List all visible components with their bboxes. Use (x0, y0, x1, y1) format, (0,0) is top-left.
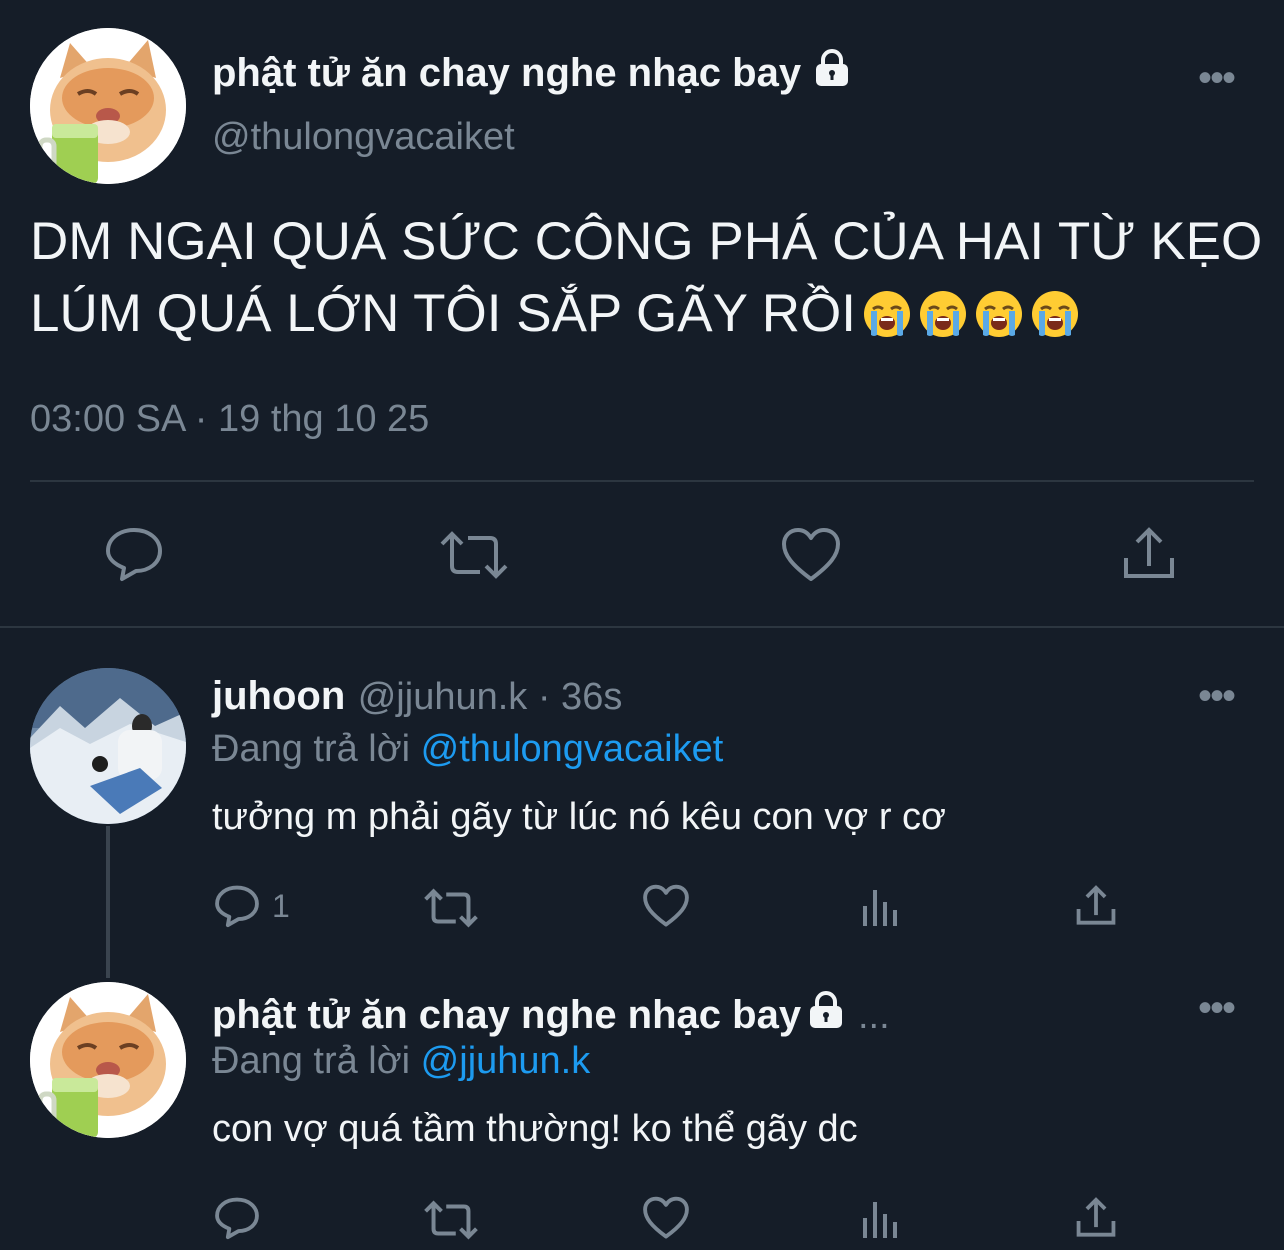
lock-icon (806, 990, 846, 1035)
analytics-icon[interactable] (860, 1198, 904, 1240)
more-options-icon[interactable]: ••• (1198, 988, 1236, 1028)
mention-link[interactable]: @thulongvacaiket (421, 728, 724, 770)
tweet-timestamp: 03:00 SA · 19 thg 10 25 (30, 398, 430, 440)
cat-avatar-image (30, 982, 186, 1138)
loudly-crying-face-icon (919, 291, 966, 337)
more-options-icon[interactable]: ••• (1198, 58, 1236, 98)
reply-icon[interactable] (104, 526, 164, 582)
replying-to-prefix: Đang trả lời (212, 728, 411, 770)
divider (30, 480, 1254, 482)
reply-icon[interactable] (214, 1196, 260, 1240)
replying-to: Đang trả lời @jjuhun.k (212, 1040, 590, 1083)
analytics-icon[interactable] (860, 886, 904, 928)
like-icon[interactable] (642, 1196, 690, 1240)
retweet-icon[interactable] (440, 530, 508, 580)
cat-avatar-image (30, 28, 186, 184)
retweet-icon[interactable] (424, 888, 478, 928)
more-options-icon[interactable]: ••• (1198, 676, 1236, 716)
reply-text: tưởng m phải gãy từ lúc nó kêu con vợ r … (212, 796, 946, 838)
truncated-ellipsis: ... (858, 995, 890, 1037)
replying-to: Đang trả lời @thulongvacaiket (212, 728, 723, 771)
display-name[interactable]: juhoon (212, 674, 345, 718)
avatar[interactable] (30, 668, 186, 824)
like-icon[interactable] (780, 527, 842, 583)
tweet-text-line1: DM NGẠI QUÁ SỨC CÔNG PHÁ CỦA HAI TỪ KẸO (30, 212, 1263, 271)
user-handle-time[interactable]: @jjuhun.k · 36s (358, 676, 623, 718)
mention-link[interactable]: @jjuhun.k (421, 1040, 591, 1082)
reply-header: juhoon @jjuhun.k · 36s (212, 674, 622, 719)
reply-header: phật tử ăn chay nghe nhạc bay ... (212, 990, 890, 1038)
reply-button[interactable]: 1 (214, 884, 290, 928)
avatar[interactable] (30, 982, 186, 1138)
share-icon[interactable] (1120, 526, 1178, 582)
avatar[interactable] (30, 28, 186, 184)
tweet-text-line2: LÚM QUÁ LỚN TÔI SẮP GÃY RỒI (30, 278, 1280, 350)
lock-icon (812, 48, 852, 98)
share-icon[interactable] (1074, 884, 1118, 928)
loudly-crying-face-icon (1031, 291, 1078, 337)
replying-to-prefix: Đang trả lời (212, 1040, 411, 1082)
loudly-crying-face-icon (975, 291, 1022, 337)
share-icon[interactable] (1074, 1196, 1118, 1240)
snow-avatar-image (30, 668, 186, 824)
user-handle[interactable]: @thulongvacaiket (212, 116, 515, 159)
tweet-text: DM NGẠI QUÁ SỨC CÔNG PHÁ CỦA HAI TỪ KẸO … (30, 206, 1280, 350)
thread-connector (106, 826, 110, 978)
display-name[interactable]: phật tử ăn chay nghe nhạc bay (212, 993, 801, 1037)
display-name[interactable]: phật tử ăn chay nghe nhạc bay (212, 48, 852, 98)
section-divider (0, 626, 1284, 628)
loudly-crying-face-icon (863, 291, 910, 337)
retweet-icon[interactable] (424, 1200, 478, 1240)
reply-count: 1 (272, 887, 290, 924)
reply-text: con vợ quá tầm thường! ko thể gãy dc (212, 1108, 858, 1150)
reply-icon (214, 884, 260, 928)
like-icon[interactable] (642, 884, 690, 928)
